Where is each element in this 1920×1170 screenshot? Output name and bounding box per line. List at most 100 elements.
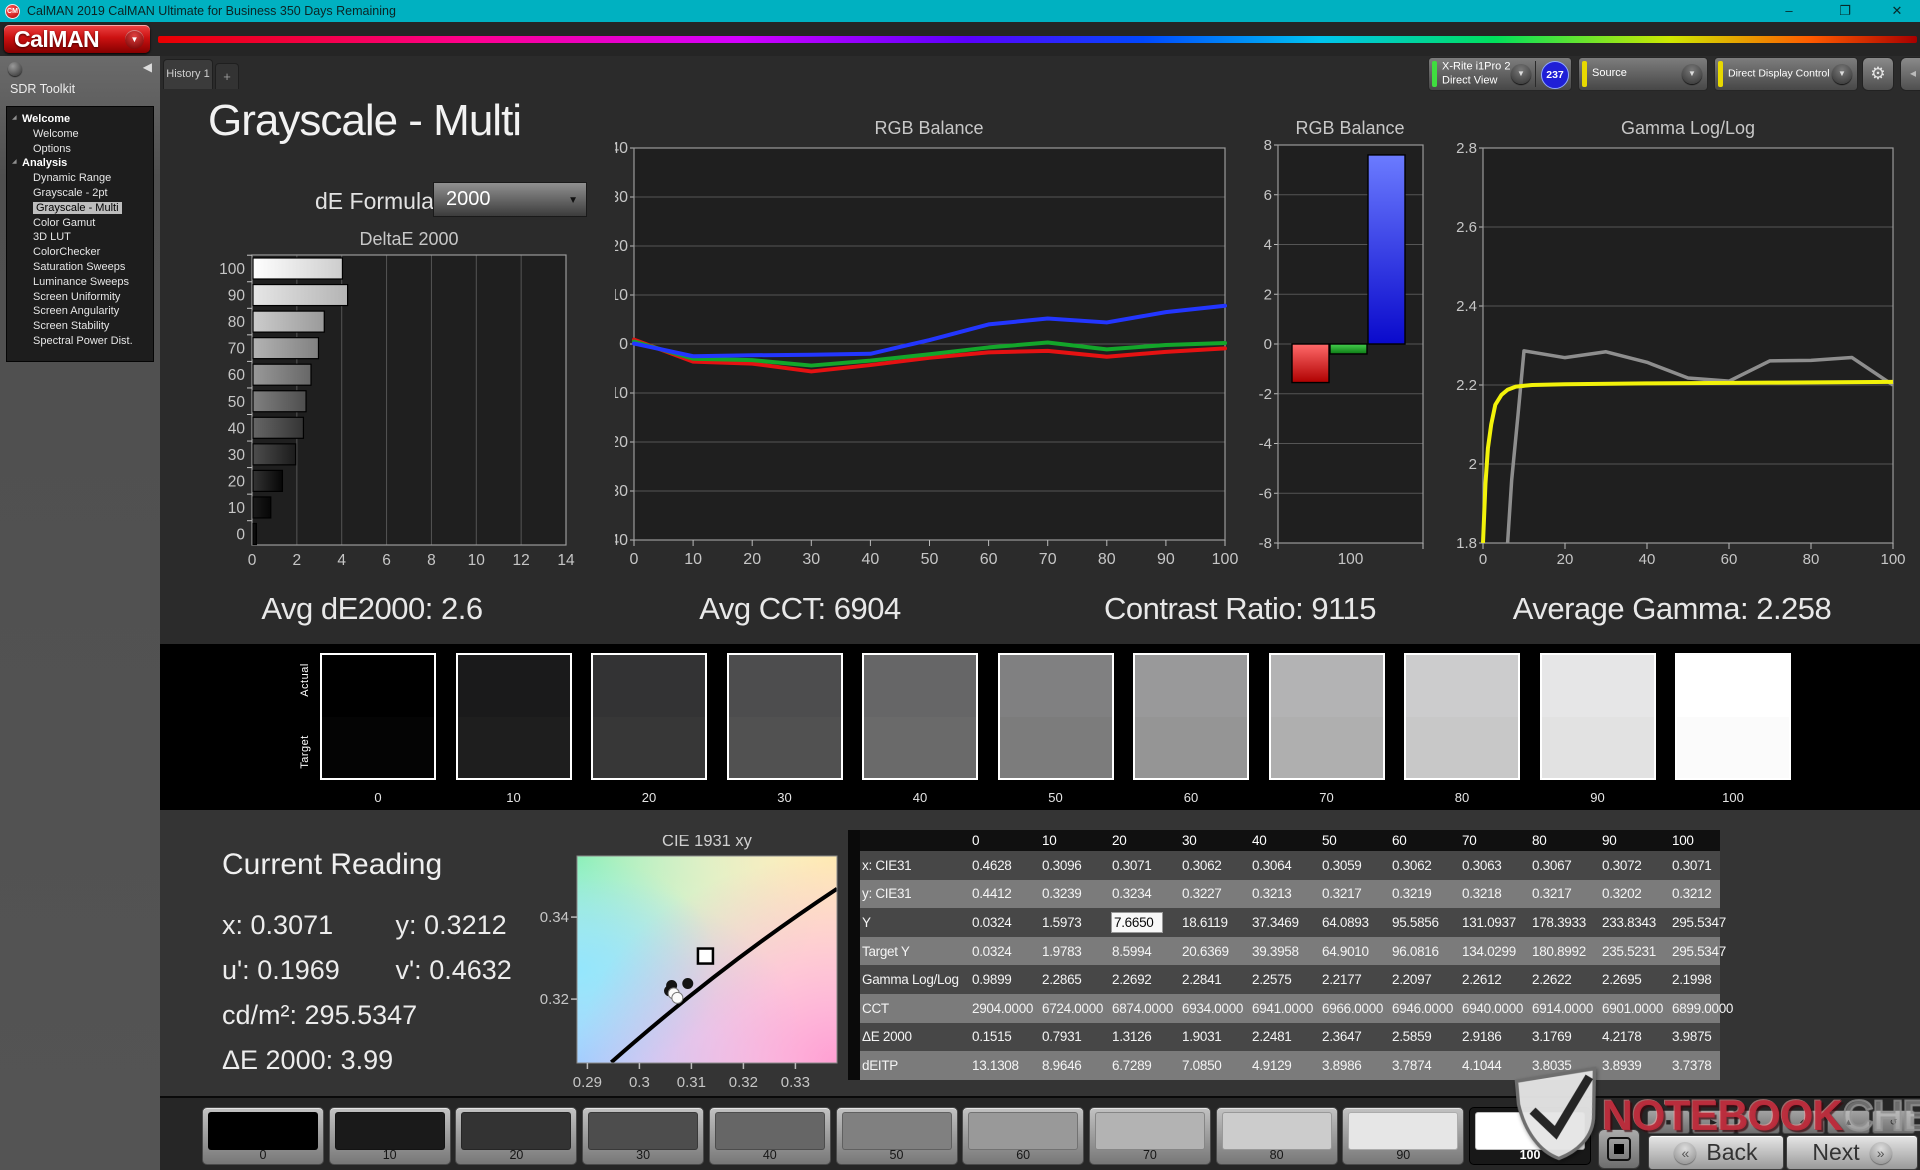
table-cell[interactable]: 0.3217 xyxy=(1320,886,1390,901)
table-cell[interactable]: 0.3062 xyxy=(1180,858,1250,873)
table-cell[interactable]: 2.2177 xyxy=(1320,972,1390,987)
table-cell[interactable]: 0.3063 xyxy=(1460,858,1530,873)
table-cell[interactable]: 0.3072 xyxy=(1600,858,1670,873)
table-cell[interactable]: 1.3126 xyxy=(1110,1029,1180,1044)
sidebar-item-welcome[interactable]: Welcome xyxy=(7,127,153,142)
table-cell[interactable]: 2.9186 xyxy=(1460,1029,1530,1044)
table-cell[interactable]: 13.1308 xyxy=(970,1058,1040,1073)
sidebar-item-spectral-power-dist[interactable]: Spectral Power Dist. xyxy=(7,334,153,349)
chevron-down-icon[interactable]: ▼ xyxy=(1832,64,1852,84)
table-cell[interactable]: 2.5859 xyxy=(1390,1029,1460,1044)
level-button-30[interactable]: 30 xyxy=(582,1107,705,1165)
table-cell[interactable]: 2.1998 xyxy=(1670,972,1740,987)
table-cell[interactable]: 0.3096 xyxy=(1040,858,1110,873)
meter-control-button-5[interactable]: ↺ xyxy=(1872,1110,1915,1134)
table-cell[interactable]: 0.3202 xyxy=(1600,886,1670,901)
table-cell[interactable]: 20.6369 xyxy=(1180,944,1250,959)
meter-control-button-2[interactable]: ● xyxy=(1737,1110,1780,1134)
table-cell[interactable]: 2.3647 xyxy=(1320,1029,1390,1044)
sidebar-item-saturation-sweeps[interactable]: Saturation Sweeps xyxy=(7,260,153,275)
level-button-40[interactable]: 40 xyxy=(708,1107,831,1165)
sidebar-item-analysis[interactable]: ◢ Analysis xyxy=(7,156,153,171)
table-cell[interactable]: 6941.0000 xyxy=(1250,1001,1320,1016)
table-cell[interactable]: 3.1769 xyxy=(1530,1029,1600,1044)
table-cell[interactable]: 0.3217 xyxy=(1530,886,1600,901)
table-cell[interactable]: 1.5973 xyxy=(1040,915,1110,930)
table-cell[interactable]: 6724.0000 xyxy=(1040,1001,1110,1016)
table-cell[interactable]: 7.6650 xyxy=(1110,912,1180,932)
table-cell[interactable]: 2.2865 xyxy=(1040,972,1110,987)
level-button-70[interactable]: 70 xyxy=(1088,1107,1211,1165)
sidebar-item-luminance-sweeps[interactable]: Luminance Sweeps xyxy=(7,275,153,290)
table-cell[interactable]: 0.3213 xyxy=(1250,886,1320,901)
level-button-60[interactable]: 60 xyxy=(962,1107,1085,1165)
sidebar-item-options[interactable]: Options xyxy=(7,142,153,157)
table-cell[interactable]: 6940.0000 xyxy=(1460,1001,1530,1016)
table-cell[interactable]: 2.2481 xyxy=(1250,1029,1320,1044)
level-button-90[interactable]: 90 xyxy=(1342,1107,1465,1165)
table-cell[interactable]: 134.0299 xyxy=(1460,944,1530,959)
table-cell[interactable]: 0.3071 xyxy=(1110,858,1180,873)
close-button[interactable]: ✕ xyxy=(1880,0,1914,22)
table-cell[interactable]: 180.8992 xyxy=(1530,944,1600,959)
level-button-100[interactable]: 100 xyxy=(1469,1107,1591,1165)
display-control-dropdown[interactable]: Direct Display Control ▼ xyxy=(1714,57,1858,91)
table-cell[interactable]: 6934.0000 xyxy=(1180,1001,1250,1016)
table-cell[interactable]: 2.2622 xyxy=(1530,972,1600,987)
table-cell[interactable]: 7.0850 xyxy=(1180,1058,1250,1073)
table-cell[interactable]: 0.3234 xyxy=(1110,886,1180,901)
table-cell[interactable]: 0.3219 xyxy=(1390,886,1460,901)
table-cell[interactable]: 0.4628 xyxy=(970,858,1040,873)
table-cell[interactable]: 6914.0000 xyxy=(1530,1001,1600,1016)
table-cell[interactable]: 3.7874 xyxy=(1390,1058,1460,1073)
chevron-down-icon[interactable]: ▼ xyxy=(1682,64,1702,84)
table-cell[interactable]: 0.3067 xyxy=(1530,858,1600,873)
table-cell[interactable]: 4.2178 xyxy=(1600,1029,1670,1044)
table-cell[interactable]: 6946.0000 xyxy=(1390,1001,1460,1016)
sidebar-item-grayscale-2pt[interactable]: Grayscale - 2pt xyxy=(7,186,153,201)
table-cell[interactable]: 3.7378 xyxy=(1670,1058,1740,1073)
panel-expand-button[interactable]: ◂ xyxy=(1900,57,1920,91)
sidebar-item-screen-stability[interactable]: Screen Stability xyxy=(7,319,153,334)
table-cell[interactable]: 4.1044 xyxy=(1460,1058,1530,1073)
table-cell[interactable]: 0.0324 xyxy=(970,944,1040,959)
sidebar-item-screen-angularity[interactable]: Screen Angularity xyxy=(7,304,153,319)
restore-button[interactable]: ❐ xyxy=(1828,0,1862,22)
table-cell[interactable]: 131.0937 xyxy=(1460,915,1530,930)
sidebar-collapse-icon[interactable]: ◀ xyxy=(143,60,152,74)
table-cell[interactable]: 0.3218 xyxy=(1460,886,1530,901)
level-button-20[interactable]: 20 xyxy=(455,1107,578,1165)
table-cell[interactable]: 2.2692 xyxy=(1110,972,1180,987)
table-cell[interactable]: 0.0324 xyxy=(970,915,1040,930)
table-cell[interactable]: 0.9899 xyxy=(970,972,1040,987)
table-cell[interactable]: 0.7931 xyxy=(1040,1029,1110,1044)
table-cell[interactable]: 178.3933 xyxy=(1530,915,1600,930)
meter-control-button-3[interactable]: ◆ xyxy=(1782,1110,1825,1134)
sidebar-item-3d-lut[interactable]: 3D LUT xyxy=(7,230,153,245)
table-cell[interactable]: 64.9010 xyxy=(1320,944,1390,959)
sidebar-item-colorchecker[interactable]: ColorChecker xyxy=(7,245,153,260)
table-cell[interactable]: 6901.0000 xyxy=(1600,1001,1670,1016)
chevron-down-icon[interactable]: ▼ xyxy=(125,29,144,49)
settings-gear-button[interactable]: ⚙ xyxy=(1862,57,1894,91)
table-cell[interactable]: 1.9783 xyxy=(1040,944,1110,959)
table-cell[interactable]: 235.5231 xyxy=(1600,944,1670,959)
table-cell[interactable]: 0.3062 xyxy=(1390,858,1460,873)
table-cell[interactable]: 233.8343 xyxy=(1600,915,1670,930)
meter-control-button-0[interactable]: ■ xyxy=(1647,1110,1690,1134)
minimize-button[interactable]: – xyxy=(1772,0,1806,22)
next-button[interactable]: Next » xyxy=(1786,1135,1918,1170)
meter-device-dropdown[interactable]: X-Rite i1Pro 2 Direct View ▼ 237 xyxy=(1428,57,1572,91)
table-cell[interactable]: 3.8939 xyxy=(1600,1058,1670,1073)
table-cell[interactable]: 6966.0000 xyxy=(1320,1001,1390,1016)
table-cell[interactable]: 8.9646 xyxy=(1040,1058,1110,1073)
table-cell[interactable]: 2.2841 xyxy=(1180,972,1250,987)
calman-menu-button[interactable]: CalMAN ▼ xyxy=(4,25,150,53)
table-cell[interactable]: 1.9031 xyxy=(1180,1029,1250,1044)
tab-add-button[interactable]: + xyxy=(215,63,239,89)
de-formula-select[interactable]: 2000 ▼ xyxy=(433,182,587,217)
sidebar-item-welcome[interactable]: ◢ Welcome xyxy=(7,112,153,127)
table-cell[interactable]: 2.2575 xyxy=(1250,972,1320,987)
level-button-80[interactable]: 80 xyxy=(1215,1107,1338,1165)
table-cell[interactable]: 8.5994 xyxy=(1110,944,1180,959)
